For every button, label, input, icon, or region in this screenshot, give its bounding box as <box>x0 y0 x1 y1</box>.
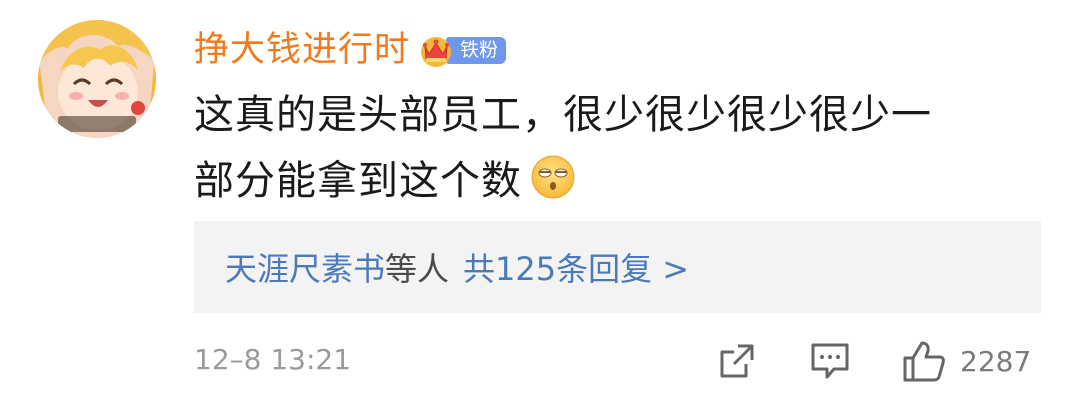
comment-button[interactable] <box>810 339 850 383</box>
comment-timestamp: 12–8 13:21 <box>194 343 352 376</box>
share-icon <box>720 344 754 378</box>
comment-line-2: 部分能拿到这个数 <box>194 158 522 204</box>
eye-roll-emoji-icon <box>531 155 575 199</box>
like-button[interactable]: 2287 <box>902 339 1031 383</box>
like-count: 2287 <box>960 344 1032 378</box>
user-header: 挣大钱进行时 铁粉 <box>194 24 507 76</box>
reply-suffix: 等人 <box>385 250 450 288</box>
crown-icon <box>421 37 452 67</box>
thumbs-up-icon <box>903 341 945 382</box>
reply-count-link[interactable]: 共125条回复 > <box>463 244 689 290</box>
username[interactable]: 挣大钱进行时 <box>194 32 410 68</box>
replies-box[interactable]: 天涯尺素书 等人 共125条回复 > <box>194 221 1041 313</box>
reply-user-link[interactable]: 天涯尺素书 <box>225 244 385 290</box>
avatar[interactable] <box>38 20 156 138</box>
comment-icon <box>811 343 849 379</box>
comment-text: 这真的是头部员工，很少很少很少很少一 部分能拿到这个数 <box>194 82 1024 214</box>
comment-line-1: 这真的是头部员工，很少很少很少很少一 <box>194 92 932 138</box>
comment-line-2-wrap: 部分能拿到这个数 <box>194 148 1024 214</box>
share-button[interactable] <box>718 339 756 383</box>
avatar-image <box>38 20 156 138</box>
fan-badge[interactable]: 铁粉 <box>416 30 507 70</box>
